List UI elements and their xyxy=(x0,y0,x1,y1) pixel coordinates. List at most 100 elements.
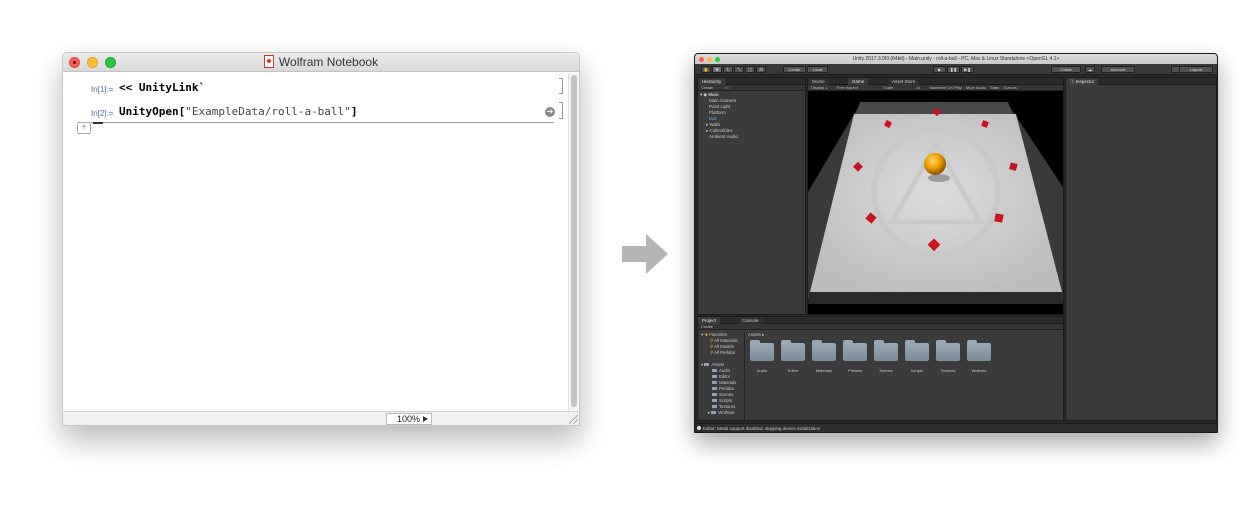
insertion-cursor xyxy=(93,122,103,124)
folder-icon xyxy=(750,340,774,361)
assets-breadcrumb[interactable]: Assets ▸ xyxy=(748,332,764,338)
project-split-divider[interactable] xyxy=(744,331,745,420)
cell-insertion-line xyxy=(91,122,554,123)
account-menu[interactable]: Account xyxy=(1101,66,1135,73)
tree-folder-materials[interactable]: Materials xyxy=(712,380,736,385)
layout-menu[interactable]: Layout xyxy=(1179,66,1213,73)
transform-tool-icon[interactable]: ⊞ xyxy=(756,66,766,73)
display-select[interactable]: Display 1 xyxy=(811,85,827,90)
play-button[interactable]: ▶ xyxy=(933,66,946,73)
tree-folder-prefabs[interactable]: Prefabs xyxy=(712,386,734,391)
favorite-all-prefabs[interactable]: ⚲All Prefabs xyxy=(710,350,735,356)
player-ball[interactable] xyxy=(924,153,946,175)
tree-folder-label-1: Editor xyxy=(719,374,731,379)
package-name: UnityLink` xyxy=(138,81,206,94)
tab-project[interactable]: Project xyxy=(698,317,721,324)
resize-grip-icon[interactable] xyxy=(569,415,578,424)
inspector-label: Inspector xyxy=(1075,79,1095,84)
zoom-value: 100% xyxy=(397,414,421,424)
rect-tool-icon[interactable]: ▢ xyxy=(745,66,755,73)
pause-button[interactable]: ❚❚ xyxy=(947,66,960,73)
space-label: Local xyxy=(812,67,823,72)
asset-folder-audio[interactable]: Audio xyxy=(749,340,775,373)
gizmos-menu[interactable]: Gizmos xyxy=(1003,85,1017,90)
evaluate-arrow-icon[interactable]: ➔ xyxy=(545,107,555,117)
wolfram-notebook-window: Wolfram Notebook In[1]:= << UnityLink` I… xyxy=(62,52,580,426)
asset-folder-scenes[interactable]: Scenes xyxy=(873,340,899,373)
pickup-7[interactable] xyxy=(994,213,1004,223)
cloud-icon[interactable]: ☁ xyxy=(1085,66,1095,73)
hierarchy-item-ball[interactable]: Ball xyxy=(709,116,717,121)
tree-folder-editor[interactable]: Editor xyxy=(712,374,730,379)
unity-minimize-button[interactable] xyxy=(707,57,712,62)
tree-folder-wolfram[interactable]: ▸ Wolfram xyxy=(708,410,734,416)
cell-bracket-1[interactable] xyxy=(559,78,563,94)
unity-titlebar[interactable]: Unity 2017.3.0f3 (64bit) - Main.unity - … xyxy=(695,54,1217,64)
unity-zoom-button[interactable] xyxy=(715,57,720,62)
asset-folder-prefabs[interactable]: Prefabs xyxy=(842,340,868,373)
tab-asset-store[interactable]: Asset Store xyxy=(888,78,920,85)
asset-folder-materials[interactable]: Materials xyxy=(811,340,837,373)
hierarchy-search[interactable]: All xyxy=(724,85,728,90)
tree-folder-textures[interactable]: Textures xyxy=(712,404,735,409)
hierarchy-item-ambient-audio[interactable]: Ambient Audio xyxy=(709,134,738,139)
arrow-shape xyxy=(622,234,668,274)
tree-folder-scripts[interactable]: Scripts xyxy=(712,398,732,403)
pivot-label: Center xyxy=(788,67,801,72)
tab-hierarchy[interactable]: Hierarchy xyxy=(698,78,726,85)
walls-label: Walls xyxy=(709,122,721,127)
scrollbar-thumb[interactable] xyxy=(571,75,577,407)
hierarchy-create-button[interactable]: Create xyxy=(701,85,713,90)
space-toggle[interactable]: Local xyxy=(807,66,828,73)
project-create-button[interactable]: Create xyxy=(701,324,713,329)
scale-label: Scale xyxy=(883,85,894,90)
unity-close-button[interactable] xyxy=(699,57,704,62)
rotate-tool-icon[interactable]: ↻ xyxy=(723,66,733,73)
folder-icon xyxy=(712,381,717,384)
hierarchy-panel: Hierarchy Create All ▾ ◆ Main Main Camer… xyxy=(697,77,806,315)
window-title: Wolfram Notebook xyxy=(278,55,379,69)
tab-console[interactable]: Console xyxy=(738,317,763,324)
add-cell-button[interactable]: + xyxy=(77,122,91,134)
tab-game[interactable]: Game xyxy=(848,78,869,85)
collab-menu[interactable]: Collab xyxy=(1051,66,1081,73)
hierarchy-item-platform[interactable]: Platform xyxy=(709,110,726,115)
cell-bracket-2[interactable] xyxy=(559,102,563,119)
game-viewport[interactable] xyxy=(808,92,1063,314)
tree-folder-label-4: Scenes xyxy=(719,392,734,397)
tab-scene[interactable]: Scene xyxy=(808,78,829,85)
step-button[interactable]: ▶❚ xyxy=(961,66,974,73)
asset-folder-scripts[interactable]: Scripts xyxy=(904,340,930,373)
hierarchy-item-main-camera[interactable]: Main Camera xyxy=(709,98,736,103)
folder-icon xyxy=(781,340,805,361)
folder-icon xyxy=(936,340,960,361)
notebook-content[interactable]: In[1]:= << UnityLink` In[2]:= UnityOpen[… xyxy=(63,73,568,411)
scale-tool-icon[interactable]: ⤡ xyxy=(734,66,744,73)
folder-icon xyxy=(874,340,898,361)
pivot-toggle[interactable]: Center xyxy=(783,66,806,73)
notebook-vertical-scrollbar[interactable] xyxy=(568,73,579,411)
status-message: Editor: Metal support disabled, skipping… xyxy=(703,426,821,431)
tab-inspector[interactable]: ⓘ Inspector xyxy=(1066,78,1099,85)
asset-folder-wolfram[interactable]: Wolfram xyxy=(966,340,992,373)
cell-code-2[interactable]: UnityOpen["ExampleData/roll-a-ball"] xyxy=(119,105,357,118)
tree-folder-scenes[interactable]: Scenes xyxy=(712,392,733,397)
move-tool-icon[interactable]: ✥ xyxy=(712,66,722,73)
notebook-statusbar: 100% xyxy=(63,411,579,425)
function-name: UnityOpen xyxy=(119,105,179,118)
assets-root-label: Assets xyxy=(711,362,725,367)
hand-tool-icon[interactable]: ✋ xyxy=(701,66,711,73)
tree-folder-audio[interactable]: Audio xyxy=(712,368,730,373)
scene-tabs-header: Scene Game Asset Store xyxy=(808,78,1063,85)
maximize-on-play-toggle[interactable]: Maximize On Play xyxy=(930,85,962,90)
asset-folder-editor[interactable]: Editor xyxy=(780,340,806,373)
mute-audio-toggle[interactable]: Mute Audio xyxy=(966,85,986,90)
cell-code-1[interactable]: << UnityLink` xyxy=(119,81,205,94)
wolfram-titlebar[interactable]: Wolfram Notebook xyxy=(63,53,579,72)
aspect-select[interactable]: Free Aspect xyxy=(837,85,858,90)
scale-value[interactable]: 1x xyxy=(916,85,920,90)
asset-folder-textures[interactable]: Textures xyxy=(935,340,961,373)
stats-toggle[interactable]: Stats xyxy=(990,85,999,90)
hierarchy-item-point-light[interactable]: Point Light xyxy=(709,104,730,109)
magnification-menu[interactable]: 100% xyxy=(386,413,432,425)
